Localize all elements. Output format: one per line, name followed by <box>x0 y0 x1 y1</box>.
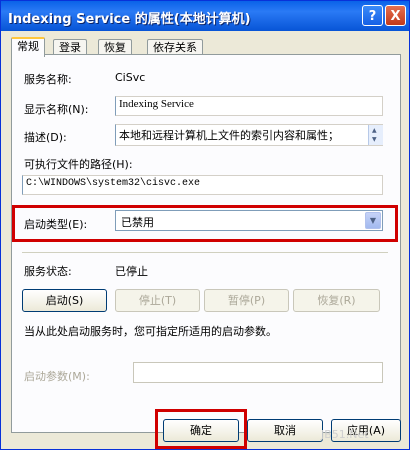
tab-dependencies[interactable]: 依存关系 <box>147 39 203 55</box>
scroll-up-icon[interactable]: ▲ <box>372 127 377 134</box>
description-text: 本地和远程计算机上文件的索引内容和属性； <box>119 129 339 142</box>
properties-dialog: Indexing Service 的属性(本地计算机) ? X 常规 登录 恢复… <box>0 0 410 450</box>
resume-button[interactable]: 恢复(R) <box>293 289 380 312</box>
service-name-label: 服务名称: <box>24 73 72 86</box>
separator <box>22 252 388 253</box>
close-button[interactable]: X <box>385 5 406 26</box>
display-name-field[interactable]: Indexing Service <box>115 96 383 116</box>
params-input[interactable] <box>133 362 383 383</box>
window-title: Indexing Service 的属性(本地计算机) <box>8 12 251 27</box>
tab-recovery[interactable]: 恢复 <box>98 39 132 55</box>
dialog-client: 常规 登录 恢复 依存关系 服务名称: CiSvc 显示名称(N): Index… <box>1 31 409 449</box>
hint-text: 当从此处启动服务时，您可指定所适用的启动参数。 <box>24 325 277 338</box>
startup-type-select[interactable]: 已禁用 ▼ <box>115 210 383 231</box>
title-bar[interactable]: Indexing Service 的属性(本地计算机) ? X <box>1 1 409 31</box>
cancel-button[interactable]: 取消 <box>247 419 323 442</box>
display-name-label: 显示名称(N): <box>24 103 89 116</box>
help-button[interactable]: ? <box>362 5 383 26</box>
scroll-down-icon[interactable]: ▼ <box>372 136 377 143</box>
general-panel: 服务名称: CiSvc 显示名称(N): Indexing Service 描述… <box>11 54 401 433</box>
tab-general[interactable]: 常规 <box>11 37 45 57</box>
ok-button[interactable]: 确定 <box>163 419 239 442</box>
status-value: 已停止 <box>115 265 148 278</box>
startup-type-value: 已禁用 <box>121 216 154 229</box>
watermark: JB51.Net <box>321 428 369 441</box>
start-button[interactable]: 启动(S) <box>22 289 107 312</box>
exe-path-label: 可执行文件的路径(H): <box>24 158 133 171</box>
exe-path-field[interactable]: C:\WINDOWS\system32\cisvc.exe <box>22 175 383 195</box>
stop-button[interactable]: 停止(T) <box>115 289 200 312</box>
description-field[interactable]: 本地和远程计算机上文件的索引内容和属性； <box>115 124 383 146</box>
description-scrollbar[interactable]: ▲ ▼ <box>368 125 383 145</box>
chevron-down-icon[interactable]: ▼ <box>365 212 381 229</box>
service-name-value: CiSvc <box>115 71 146 84</box>
startup-type-label: 启动类型(E): <box>24 218 88 231</box>
tab-logon[interactable]: 登录 <box>53 39 87 55</box>
params-label: 启动参数(M): <box>24 370 90 383</box>
description-label: 描述(D): <box>24 131 67 144</box>
pause-button[interactable]: 暂停(P) <box>204 289 289 312</box>
status-label: 服务状态: <box>24 265 72 278</box>
